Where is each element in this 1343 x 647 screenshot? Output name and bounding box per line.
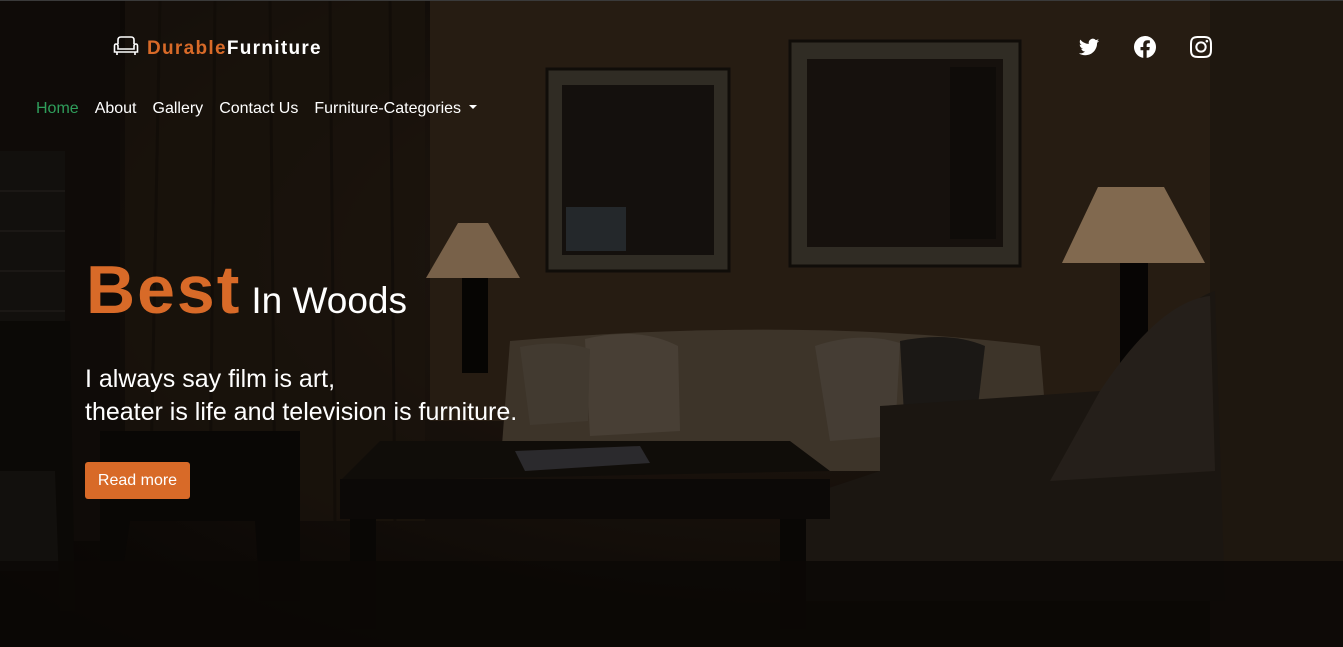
main-nav: Home About Gallery Contact Us Furniture-… — [36, 100, 478, 118]
facebook-icon[interactable] — [1134, 36, 1156, 58]
hero-section: DurableFurniture Home About Gallery Cont… — [0, 0, 1343, 647]
headline-rest: In Woods — [251, 280, 408, 321]
brand-name-part-furniture: Furniture — [226, 37, 322, 59]
headline-emphasis: Best — [86, 252, 242, 328]
instagram-icon[interactable] — [1190, 36, 1212, 58]
quote-line-2: theater is life and television is furnit… — [85, 398, 518, 426]
hero-quote: I always say film is art, theater is lif… — [85, 363, 517, 429]
brand-name-part-durable: Durable — [147, 37, 227, 59]
quote-line-1: I always say film is art, — [85, 365, 336, 393]
caret-down-icon — [469, 104, 478, 109]
nav-gallery-link[interactable]: Gallery — [153, 100, 204, 118]
brand-logo[interactable]: DurableFurniture — [113, 34, 322, 63]
nav-furniture-categories-dropdown[interactable]: Furniture-Categories — [314, 100, 478, 118]
nav-about-link[interactable]: About — [95, 100, 137, 118]
read-more-button[interactable]: Read more — [85, 462, 190, 499]
nav-home-link[interactable]: Home — [36, 100, 79, 118]
dropdown-label: Furniture-Categories — [314, 100, 462, 117]
twitter-icon[interactable] — [1078, 36, 1100, 58]
brand-name: DurableFurniture — [147, 38, 322, 60]
nav-contact-link[interactable]: Contact Us — [219, 100, 298, 118]
hero-headline: Best In Woods — [86, 251, 407, 329]
social-links — [1078, 36, 1212, 58]
armchair-icon — [113, 34, 139, 63]
